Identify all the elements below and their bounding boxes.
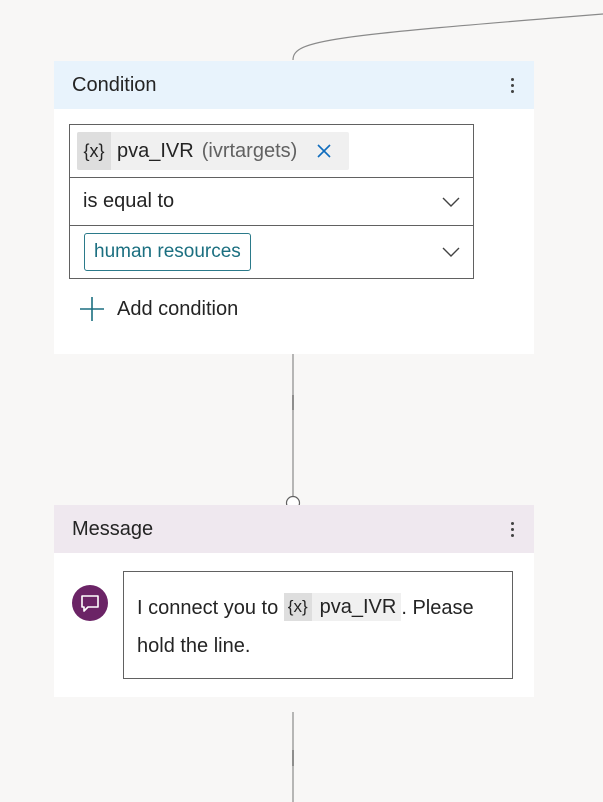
incoming-connector [292, 13, 603, 61]
value-dropdown[interactable]: human resources [70, 226, 473, 278]
more-vertical-icon[interactable] [504, 517, 520, 541]
operator-dropdown[interactable]: is equal to [70, 178, 473, 226]
condition-title: Condition [72, 73, 157, 96]
add-condition-button[interactable]: Add condition [80, 297, 238, 321]
message-text-editor[interactable]: I connect you to {x} pva_IVR. Please hold… [123, 571, 513, 679]
condition-header: Condition [54, 61, 534, 109]
message-title: Message [72, 517, 154, 540]
chat-bubble-icon [72, 585, 108, 621]
message-node[interactable]: Message I connect you to {x} pva_IVR. Ple… [54, 505, 534, 697]
chevron-down-icon[interactable] [441, 195, 461, 209]
variable-icon: {x} [77, 132, 111, 170]
close-icon[interactable] [315, 142, 333, 160]
message-header: Message [54, 505, 534, 553]
variable-name: pva_IVR [319, 595, 397, 618]
more-vertical-icon[interactable] [504, 73, 520, 97]
condition-variable-row: {x} pva_IVR (ivrtargets) [70, 125, 473, 178]
condition-editor: {x} pva_IVR (ivrtargets) is equal to hum… [69, 124, 474, 279]
value-tag[interactable]: human resources [84, 233, 251, 271]
inline-variable-chip[interactable]: {x} pva_IVR [283, 592, 402, 621]
message-text-before: I connect you to [137, 597, 284, 619]
variable-type: (ivrtargets) [201, 139, 298, 162]
condition-node[interactable]: Condition {x} pva_IVR (ivrtargets) is eq… [54, 61, 534, 354]
operator-value: is equal to [83, 190, 175, 212]
chevron-down-icon[interactable] [441, 245, 461, 259]
plus-icon [80, 297, 104, 321]
add-condition-label: Add condition [117, 297, 239, 320]
variable-icon: {x} [283, 592, 312, 621]
variable-name: pva_IVR [117, 139, 194, 162]
variable-chip[interactable]: {x} pva_IVR (ivrtargets) [77, 132, 350, 170]
